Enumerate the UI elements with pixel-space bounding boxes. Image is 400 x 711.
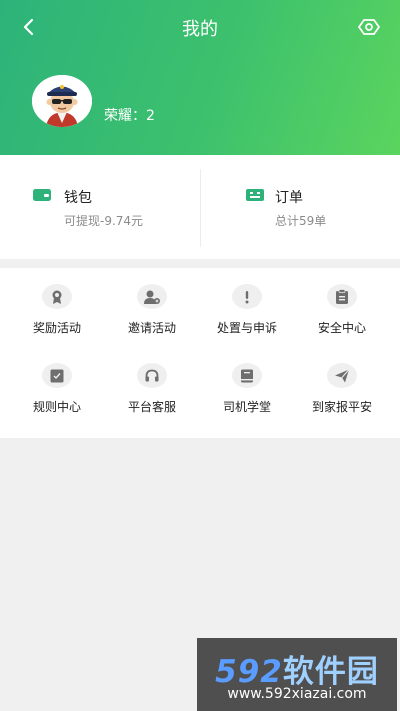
- headset-icon: [137, 363, 167, 388]
- orders-total: 总计59单: [275, 214, 327, 228]
- grid-item-label: 安全中心: [317, 321, 366, 335]
- page-title: 我的: [182, 19, 218, 40]
- wallet-icon: [33, 189, 51, 201]
- wallet-label: 钱包: [64, 190, 92, 206]
- grid-item-safe-arrival[interactable]: 到家报平安: [292, 347, 392, 425]
- clipboard-icon: [327, 284, 357, 309]
- grid-item-rules-center[interactable]: 规则中心: [7, 347, 107, 425]
- stats-panel: 钱包 可提现-9.74元 订单 总计59单: [0, 155, 400, 259]
- honor-level: 荣耀：2: [104, 108, 155, 124]
- site-watermark: 592软件园 www.592xiazai.com: [197, 638, 397, 711]
- grid-item-invite-activity[interactable]: 邀请活动: [102, 268, 202, 346]
- grid-item-label: 平台客服: [127, 400, 176, 414]
- grid-item-label: 奖励活动: [32, 321, 81, 335]
- profile-header: 我的 荣耀：2: [0, 0, 400, 155]
- avatar[interactable]: [32, 75, 92, 127]
- feature-grid: 奖励活动 邀请活动 处置与申诉 安全中心 规则中心 平台客服 司机学堂 到家报平…: [0, 268, 400, 438]
- grid-item-label: 到家报平安: [311, 400, 372, 414]
- watermark-url: www.592xiazai.com: [227, 686, 367, 702]
- medal-icon: [42, 284, 72, 309]
- book-icon: [232, 363, 262, 388]
- grid-item-reward-activity[interactable]: 奖励活动: [7, 268, 107, 346]
- grid-item-safety-center[interactable]: 安全中心: [292, 268, 392, 346]
- exclamation-icon: [232, 284, 262, 309]
- grid-item-driver-school[interactable]: 司机学堂: [197, 347, 297, 425]
- wallet-card[interactable]: 钱包 可提现-9.74元: [0, 155, 200, 259]
- rules-icon: [42, 363, 72, 388]
- watermark-logo-text: 软件园: [282, 654, 379, 690]
- settings-icon[interactable]: [358, 16, 380, 38]
- paper-plane-icon: [327, 363, 357, 388]
- driver-avatar-image: [32, 75, 92, 127]
- grid-item-label: 处置与申诉: [216, 321, 277, 335]
- orders-card[interactable]: 订单 总计59单: [200, 155, 400, 259]
- grid-item-label: 规则中心: [32, 400, 81, 414]
- grid-item-label: 司机学堂: [222, 400, 271, 414]
- watermark-logo-number: 592: [215, 654, 283, 690]
- wallet-balance: 可提现-9.74元: [64, 214, 144, 228]
- order-icon: [246, 189, 264, 201]
- invite-user-icon: [137, 284, 167, 309]
- orders-label: 订单: [275, 190, 303, 206]
- grid-item-customer-service[interactable]: 平台客服: [102, 347, 202, 425]
- watermark-logo: 592软件园: [201, 646, 393, 691]
- grid-item-label: 邀请活动: [127, 321, 176, 335]
- grid-item-disposal-appeal[interactable]: 处置与申诉: [197, 268, 297, 346]
